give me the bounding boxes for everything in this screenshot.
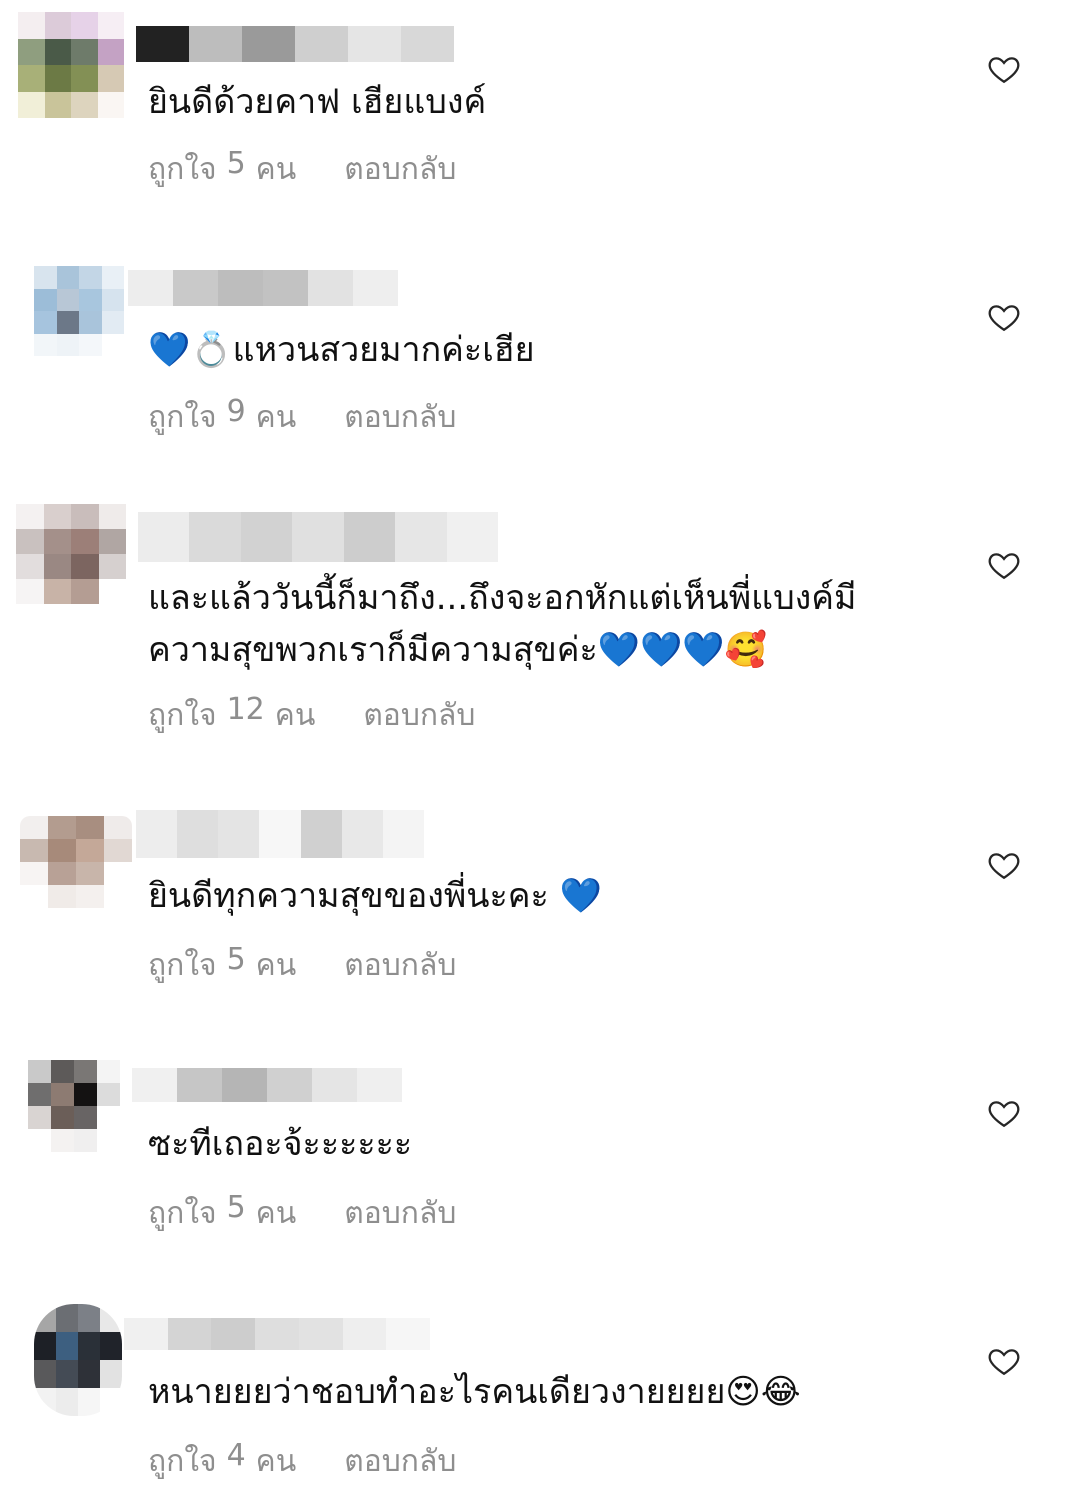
- comment-meta: ถูกใจ 5 คน ตอบกลับ: [148, 1190, 456, 1237]
- likes-count[interactable]: ถูกใจ 5 คน: [148, 942, 296, 989]
- comment-meta: ถูกใจ 4 คน ตอบกลับ: [148, 1438, 456, 1485]
- comment-text: 💙💍แหวนสวยมากค่ะเฮีย: [148, 330, 535, 370]
- avatar[interactable]: [34, 266, 124, 356]
- avatar[interactable]: [16, 504, 126, 604]
- heart-outline-icon[interactable]: [986, 52, 1022, 86]
- avatar[interactable]: [28, 1060, 120, 1152]
- comment-item: ซะทีเถอะจ้ะะะะะะ ถูกใจ 5 คน ตอบกลับ: [0, 1046, 1088, 1294]
- reply-button[interactable]: ตอบกลับ: [344, 146, 456, 193]
- username-redacted[interactable]: [136, 26, 454, 62]
- reply-button[interactable]: ตอบกลับ: [344, 942, 456, 989]
- comment-text: ยินดีด้วยคาฟ เฮียแบงค์: [148, 82, 487, 122]
- username-redacted[interactable]: [138, 512, 498, 562]
- likes-count[interactable]: ถูกใจ 9 คน: [148, 394, 296, 441]
- username-redacted[interactable]: [132, 1068, 402, 1102]
- heart-outline-icon[interactable]: [986, 1344, 1022, 1378]
- comment-meta: ถูกใจ 9 คน ตอบกลับ: [148, 394, 456, 441]
- comment-item: และแล้ววันนี้ก็มาถึง...ถึงจะอกหักแต่เห็น…: [0, 496, 1088, 796]
- avatar[interactable]: [18, 12, 124, 118]
- comment-text: ยินดีทุกความสุขของพี่นะคะ 💙: [148, 876, 602, 916]
- avatar[interactable]: [20, 816, 132, 908]
- likes-count[interactable]: ถูกใจ 5 คน: [148, 1190, 296, 1237]
- comment-text: หนายยยว่าชอบทำอะไรคนเดียวงายยยย😍😂: [148, 1372, 801, 1412]
- heart-outline-icon[interactable]: [986, 548, 1022, 582]
- likes-count[interactable]: ถูกใจ 5 คน: [148, 146, 296, 193]
- comment-text: ซะทีเถอะจ้ะะะะะะ: [148, 1124, 413, 1164]
- comment-meta: ถูกใจ 5 คน ตอบกลับ: [148, 146, 456, 193]
- avatar[interactable]: [34, 1304, 122, 1416]
- reply-button[interactable]: ตอบกลับ: [344, 1190, 456, 1237]
- comment-item: หนายยยว่าชอบทำอะไรคนเดียวงายยยย😍😂 ถูกใจ …: [0, 1294, 1088, 1506]
- comment-item: ยินดีทุกความสุขของพี่นะคะ 💙 ถูกใจ 5 คน ต…: [0, 798, 1088, 1046]
- reply-button[interactable]: ตอบกลับ: [344, 394, 456, 441]
- reply-button[interactable]: ตอบกลับ: [363, 692, 475, 739]
- comment-item: 💙💍แหวนสวยมากค่ะเฮีย ถูกใจ 9 คน ตอบกลับ: [0, 248, 1088, 496]
- comment-meta: ถูกใจ 5 คน ตอบกลับ: [148, 942, 456, 989]
- likes-count[interactable]: ถูกใจ 4 คน: [148, 1438, 296, 1485]
- heart-outline-icon[interactable]: [986, 848, 1022, 882]
- heart-outline-icon[interactable]: [986, 300, 1022, 334]
- reply-button[interactable]: ตอบกลับ: [344, 1438, 456, 1485]
- comment-meta: ถูกใจ 12 คน ตอบกลับ: [148, 692, 475, 739]
- username-redacted[interactable]: [124, 1318, 430, 1350]
- username-redacted[interactable]: [136, 810, 424, 858]
- comment-item: ยินดีด้วยคาฟ เฮียแบงค์ ถูกใจ 5 คน ตอบกลั…: [0, 0, 1088, 248]
- username-redacted[interactable]: [128, 270, 398, 306]
- heart-outline-icon[interactable]: [986, 1096, 1022, 1130]
- likes-count[interactable]: ถูกใจ 12 คน: [148, 692, 315, 739]
- comment-text: และแล้ววันนี้ก็มาถึง...ถึงจะอกหักแต่เห็น…: [148, 578, 857, 670]
